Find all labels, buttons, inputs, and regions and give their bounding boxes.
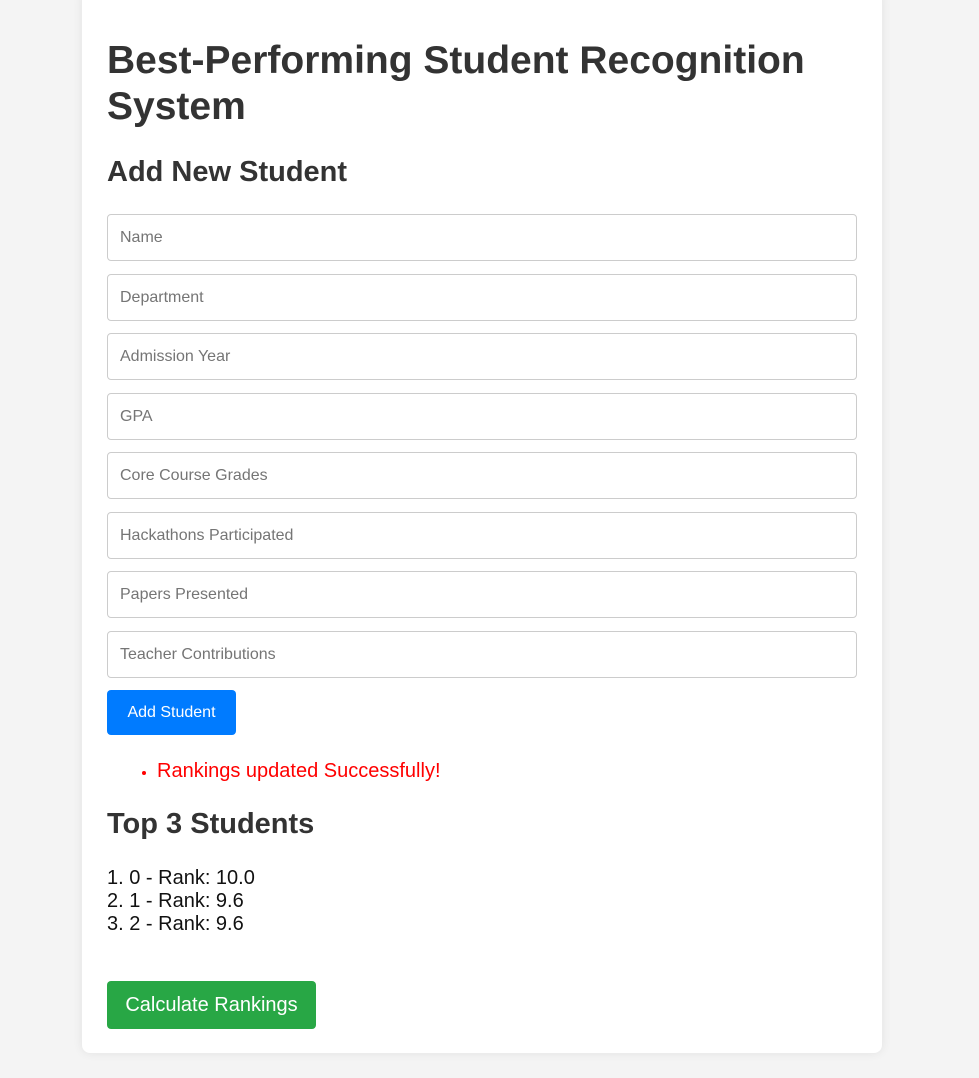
teacher-contributions-input[interactable] — [107, 631, 857, 678]
success-message: Rankings updated Successfully! — [157, 760, 441, 782]
add-student-button[interactable]: Add Student — [107, 690, 236, 735]
core-course-grades-input[interactable] — [107, 452, 857, 499]
list-item: 2. 1 - Rank: 9.6 — [107, 890, 244, 912]
gpa-input[interactable] — [107, 393, 857, 440]
admission-year-input[interactable] — [107, 333, 857, 380]
page-title: Best-Performing Student Recognition Syst… — [107, 39, 805, 128]
message-list: Rankings updated Successfully! — [107, 760, 441, 782]
name-input[interactable] — [107, 214, 857, 261]
calculate-rankings-button[interactable]: Calculate Rankings — [107, 981, 316, 1029]
main-card: Best-Performing Student Recognition Syst… — [82, 0, 882, 1053]
hackathons-participated-input[interactable] — [107, 512, 857, 559]
papers-presented-input[interactable] — [107, 571, 857, 618]
add-student-heading: Add New Student — [107, 156, 348, 188]
top-students-heading: Top 3 Students — [107, 808, 315, 840]
department-input[interactable] — [107, 274, 857, 321]
list-item: 3. 2 - Rank: 9.6 — [107, 913, 244, 935]
top-students-list: 1. 0 - Rank: 10.0 2. 1 - Rank: 9.6 3. 2 … — [107, 867, 255, 936]
list-item: 1. 0 - Rank: 10.0 — [107, 867, 255, 889]
